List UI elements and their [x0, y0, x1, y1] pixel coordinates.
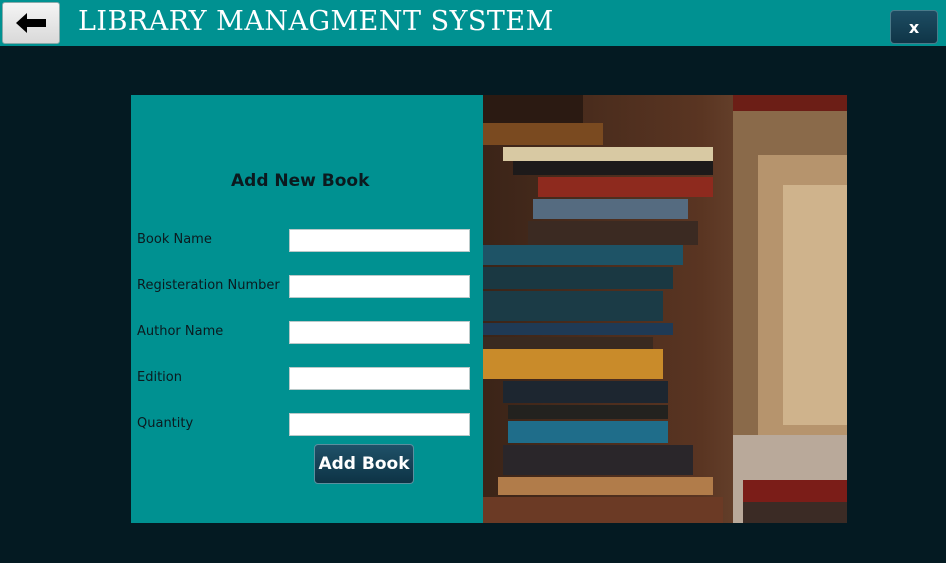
close-button[interactable]: x — [890, 10, 938, 44]
arrow-left-icon — [16, 13, 46, 33]
author-name-input[interactable] — [289, 321, 470, 344]
title-bar: LIBRARY MANAGMENT SYSTEM x — [0, 0, 946, 46]
quantity-label: Quantity — [137, 416, 194, 431]
registration-number-input[interactable] — [289, 275, 470, 298]
edition-input[interactable] — [289, 367, 470, 390]
back-button[interactable] — [2, 2, 60, 44]
add-book-button[interactable]: Add Book — [314, 444, 414, 484]
form-title: Add New Book — [231, 171, 370, 191]
add-book-form: Add New Book Book Name Registeration Num… — [131, 95, 483, 523]
book-stack-illustration — [483, 95, 847, 523]
book-name-input[interactable] — [289, 229, 470, 252]
author-name-label: Author Name — [137, 324, 224, 339]
registration-number-label: Registeration Number — [137, 278, 280, 293]
books-image — [483, 95, 847, 523]
book-name-label: Book Name — [137, 232, 212, 247]
app-title: LIBRARY MANAGMENT SYSTEM — [78, 6, 554, 37]
edition-label: Edition — [137, 370, 182, 385]
quantity-input[interactable] — [289, 413, 470, 436]
